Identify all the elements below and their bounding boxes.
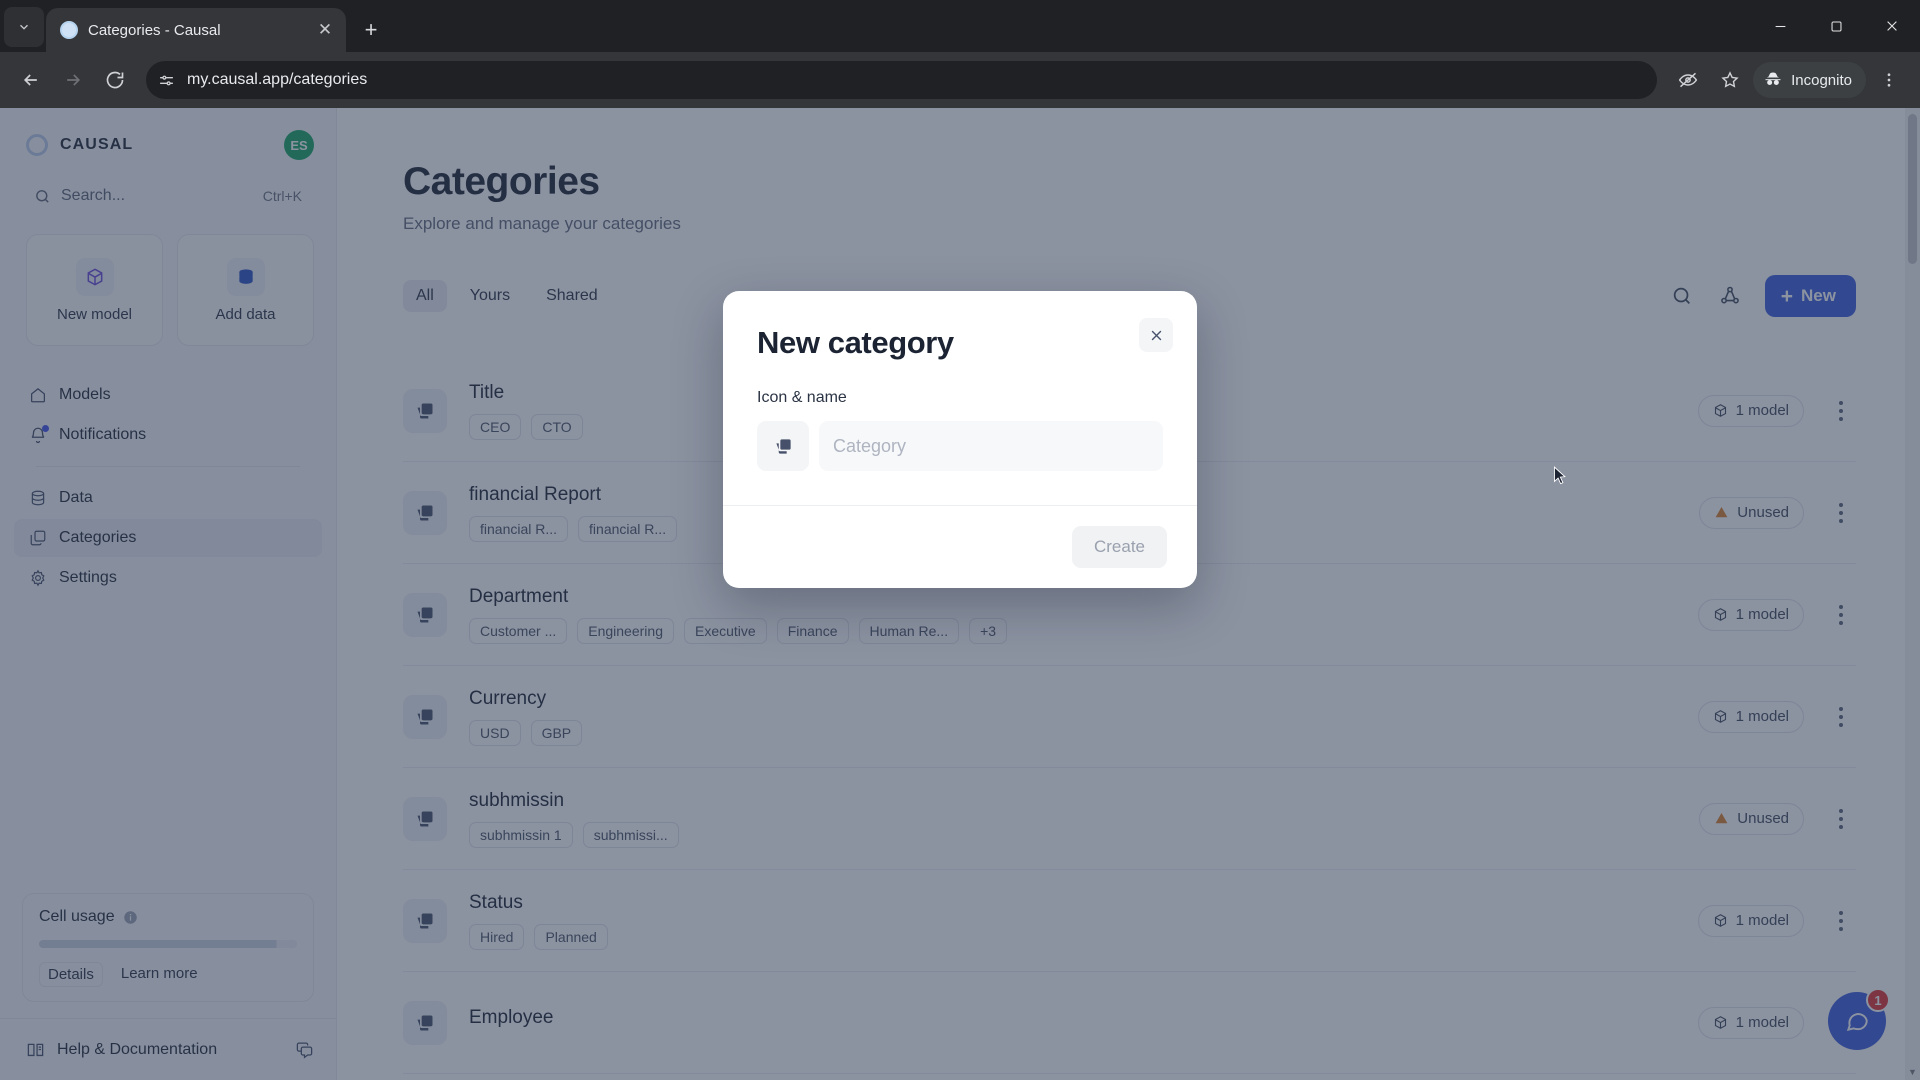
incognito-hat-icon (1763, 70, 1783, 90)
window-minimize-icon[interactable] (1752, 4, 1808, 48)
browser-window: Categories - Causal ✕ + my.causal.app/ca… (0, 0, 1920, 1080)
browser-tab[interactable]: Categories - Causal ✕ (46, 8, 346, 52)
modal-body: Icon & name (723, 361, 1197, 505)
back-icon[interactable] (12, 61, 50, 99)
tab-title: Categories - Causal (88, 21, 221, 39)
third-party-cookies-icon[interactable] (1669, 61, 1707, 99)
icon-name-field (757, 421, 1163, 471)
category-name-input[interactable] (819, 421, 1163, 471)
toolbar-right: Incognito (1669, 61, 1908, 99)
tab-favicon-icon (60, 21, 78, 39)
tab-close-icon[interactable]: ✕ (314, 19, 336, 41)
categories-icon (775, 438, 791, 454)
modal-header: New category (723, 291, 1197, 361)
new-tab-button[interactable]: + (354, 13, 388, 47)
new-category-modal: New category Icon & name Create (723, 291, 1197, 588)
category-icon-picker-button[interactable] (757, 421, 809, 471)
page-viewport: CAUSAL ES Search... Ctrl+K New mo (0, 108, 1920, 1080)
icon-name-field-label: Icon & name (757, 389, 847, 406)
modal-title: New category (757, 325, 954, 360)
forward-icon (54, 61, 92, 99)
incognito-indicator[interactable]: Incognito (1753, 62, 1866, 98)
site-settings-icon[interactable] (158, 72, 175, 89)
window-close-icon[interactable] (1864, 4, 1920, 48)
close-icon[interactable] (1139, 318, 1173, 352)
bookmark-star-icon[interactable] (1711, 61, 1749, 99)
tab-strip: Categories - Causal ✕ + (0, 0, 1920, 52)
window-maximize-icon[interactable] (1808, 4, 1864, 48)
address-bar[interactable]: my.causal.app/categories (146, 61, 1658, 99)
window-controls (1752, 0, 1920, 52)
modal-footer: Create (723, 505, 1197, 588)
mouse-cursor (1554, 466, 1566, 485)
create-button[interactable]: Create (1071, 526, 1167, 568)
browser-menu-icon[interactable] (1870, 61, 1908, 99)
modal-overlay[interactable] (0, 108, 1920, 1080)
incognito-label: Incognito (1791, 71, 1852, 89)
reload-icon[interactable] (96, 61, 134, 99)
tab-search-chevron-icon[interactable] (4, 7, 44, 47)
address-bar-url: my.causal.app/categories (187, 71, 368, 88)
browser-toolbar: my.causal.app/categories Incognito (0, 52, 1920, 108)
